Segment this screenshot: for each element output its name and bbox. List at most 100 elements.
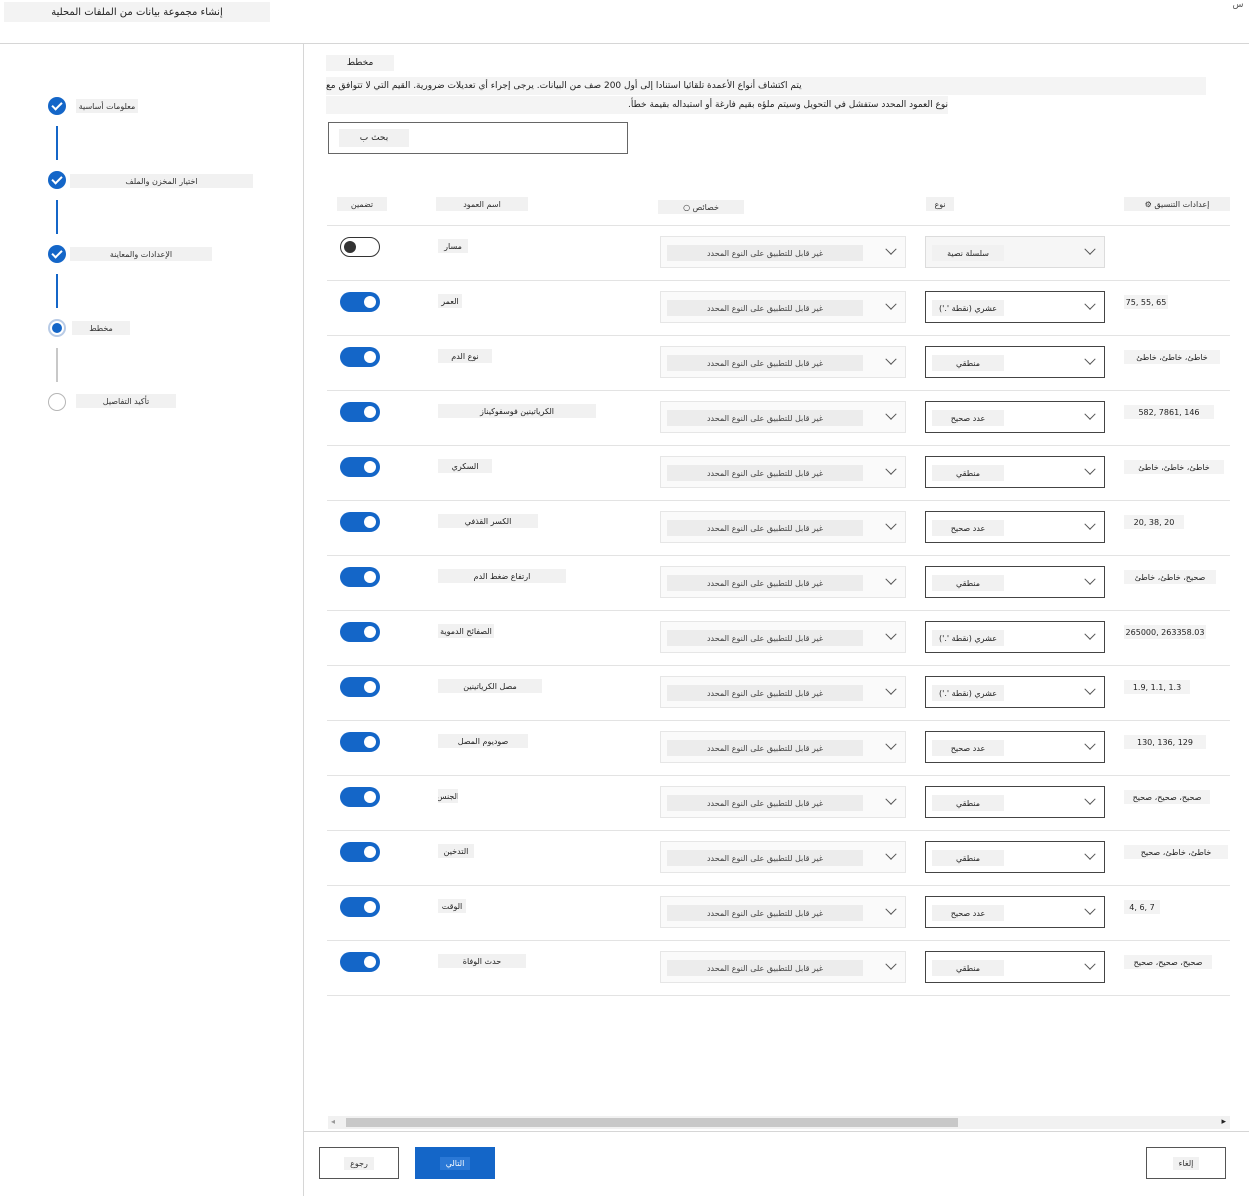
step-1-label[interactable]: معلومات أساسية	[76, 99, 138, 113]
include-toggle[interactable]	[340, 457, 380, 477]
include-toggle[interactable]	[340, 842, 380, 862]
type-value: عشري (نقطة '.')	[932, 630, 1004, 646]
include-toggle[interactable]	[340, 732, 380, 752]
type-dropdown[interactable]: عشري (نقطة '.')	[925, 291, 1105, 323]
chevron-down-icon	[1082, 904, 1098, 920]
include-toggle[interactable]	[340, 402, 380, 422]
column-name-input[interactable]: الوقت	[438, 899, 466, 913]
properties-dropdown[interactable]: غير قابل للتطبيق على النوع المحدد	[660, 621, 906, 653]
properties-value: غير قابل للتطبيق على النوع المحدد	[667, 905, 863, 921]
column-name-input[interactable]: مسار	[438, 239, 468, 253]
chevron-down-icon	[1082, 409, 1098, 425]
step-3-check-icon	[48, 245, 66, 263]
chevron-down-icon	[883, 629, 899, 645]
include-toggle[interactable]	[340, 952, 380, 972]
properties-dropdown[interactable]: غير قابل للتطبيق على النوع المحدد	[660, 346, 906, 378]
step-4-current-icon	[48, 319, 66, 337]
type-dropdown[interactable]: عدد صحيح	[925, 896, 1105, 928]
include-toggle[interactable]	[340, 347, 380, 367]
scroll-left-icon[interactable]: ◂	[331, 1117, 335, 1126]
column-name-input[interactable]: الصفائح الدموية	[438, 624, 494, 638]
format-example: صحيح، صحيح، صحيح	[1124, 955, 1212, 969]
include-toggle[interactable]	[340, 622, 380, 642]
format-example: 130, 136, 129	[1124, 735, 1206, 749]
column-name-input[interactable]: صوديوم المصل	[438, 734, 528, 748]
type-dropdown[interactable]: عشري (نقطة '.')	[925, 621, 1105, 653]
properties-dropdown[interactable]: غير قابل للتطبيق على النوع المحدد	[660, 456, 906, 488]
properties-dropdown[interactable]: غير قابل للتطبيق على النوع المحدد	[660, 731, 906, 763]
properties-dropdown[interactable]: غير قابل للتطبيق على النوع المحدد	[660, 951, 906, 983]
include-toggle[interactable]	[340, 787, 380, 807]
step-5-label[interactable]: تأكيد التفاصيل	[76, 394, 176, 408]
search-input[interactable]: بحث ب	[328, 122, 628, 154]
column-name-input[interactable]: الجنس	[438, 789, 458, 803]
chevron-down-icon	[883, 684, 899, 700]
chevron-down-icon	[883, 299, 899, 315]
properties-dropdown[interactable]: غير قابل للتطبيق على النوع المحدد	[660, 291, 906, 323]
chevron-down-icon	[1082, 574, 1098, 590]
scrollbar-thumb[interactable]	[346, 1118, 958, 1127]
row-divider	[327, 665, 1230, 666]
include-toggle[interactable]	[340, 567, 380, 587]
properties-dropdown[interactable]: غير قابل للتطبيق على النوع المحدد	[660, 566, 906, 598]
column-name-input[interactable]: مصل الكرياتينين	[438, 679, 542, 693]
include-toggle[interactable]	[340, 677, 380, 697]
step-3-label[interactable]: الإعدادات والمعاينة	[70, 247, 212, 261]
format-example: خاطئ، خاطئ، خاطئ	[1124, 460, 1224, 474]
format-example: خاطئ، خاطئ، خاطئ	[1124, 350, 1220, 364]
type-dropdown[interactable]: منطقي	[925, 951, 1105, 983]
format-example: 4, 6, 7	[1124, 900, 1160, 914]
properties-dropdown[interactable]: غير قابل للتطبيق على النوع المحدد	[660, 841, 906, 873]
column-name-input[interactable]: التدخين	[438, 844, 474, 858]
column-name-input[interactable]: ارتفاع ضغط الدم	[438, 569, 566, 583]
step-connector	[56, 126, 58, 160]
type-dropdown[interactable]: منطقي	[925, 786, 1105, 818]
step-4-label[interactable]: مخطط	[72, 321, 130, 335]
chevron-down-icon	[883, 904, 899, 920]
column-name-input[interactable]: العمر	[438, 294, 462, 308]
step-2-label[interactable]: اختيار المخزن والملف	[70, 174, 253, 188]
type-dropdown[interactable]: عشري (نقطة '.')	[925, 676, 1105, 708]
header-column-name[interactable]: اسم العمود	[436, 197, 528, 211]
column-name-input[interactable]: الكسر القذفي	[438, 514, 538, 528]
type-dropdown[interactable]: منطقي	[925, 566, 1105, 598]
properties-dropdown[interactable]: غير قابل للتطبيق على النوع المحدد	[660, 236, 906, 268]
column-name-input[interactable]: السكري	[438, 459, 492, 473]
format-example: خاطئ، خاطئ، صحيح	[1124, 845, 1228, 859]
properties-value: غير قابل للتطبيق على النوع المحدد	[667, 245, 863, 261]
type-dropdown[interactable]: منطقي	[925, 346, 1105, 378]
include-toggle[interactable]	[340, 512, 380, 532]
column-name-input[interactable]: نوع الدم	[438, 349, 492, 363]
properties-dropdown[interactable]: غير قابل للتطبيق على النوع المحدد	[660, 676, 906, 708]
type-dropdown[interactable]: عدد صحيح	[925, 401, 1105, 433]
type-dropdown[interactable]: منطقي	[925, 841, 1105, 873]
properties-dropdown[interactable]: غير قابل للتطبيق على النوع المحدد	[660, 786, 906, 818]
horizontal-scrollbar[interactable]: ◂ ▸	[328, 1116, 1230, 1129]
properties-value: غير قابل للتطبيق على النوع المحدد	[667, 795, 863, 811]
type-value: عشري (نقطة '.')	[932, 300, 1004, 316]
properties-value: غير قابل للتطبيق على النوع المحدد	[667, 520, 863, 536]
type-dropdown[interactable]: عدد صحيح	[925, 731, 1105, 763]
close-button[interactable]: س	[1228, 0, 1248, 14]
type-dropdown[interactable]: منطقي	[925, 456, 1105, 488]
type-value: منطقي	[932, 795, 1004, 811]
properties-dropdown[interactable]: غير قابل للتطبيق على النوع المحدد	[660, 401, 906, 433]
cancel-button[interactable]: إلغاء	[1146, 1147, 1226, 1179]
scroll-right-icon[interactable]: ▸	[1221, 1117, 1226, 1127]
type-dropdown[interactable]: سلسلة نصية	[925, 236, 1105, 268]
column-name-input[interactable]: حدث الوفاة	[438, 954, 526, 968]
include-toggle[interactable]	[340, 237, 380, 257]
properties-value: غير قابل للتطبيق على النوع المحدد	[667, 630, 863, 646]
chevron-down-icon	[883, 574, 899, 590]
column-name-input[interactable]: الكرياتينين فوسفوكيناز	[438, 404, 596, 418]
type-dropdown[interactable]: عدد صحيح	[925, 511, 1105, 543]
back-button[interactable]: رجوع	[319, 1147, 399, 1179]
include-toggle[interactable]	[340, 897, 380, 917]
description-line-2: نوع العمود المحدد ستفشل في التحويل وسيتم…	[326, 96, 948, 114]
properties-dropdown[interactable]: غير قابل للتطبيق على النوع المحدد	[660, 511, 906, 543]
chevron-down-icon	[883, 354, 899, 370]
include-toggle[interactable]	[340, 292, 380, 312]
next-button-label: التالي	[439, 1156, 471, 1170]
properties-dropdown[interactable]: غير قابل للتطبيق على النوع المحدد	[660, 896, 906, 928]
next-button[interactable]: التالي	[415, 1147, 495, 1179]
